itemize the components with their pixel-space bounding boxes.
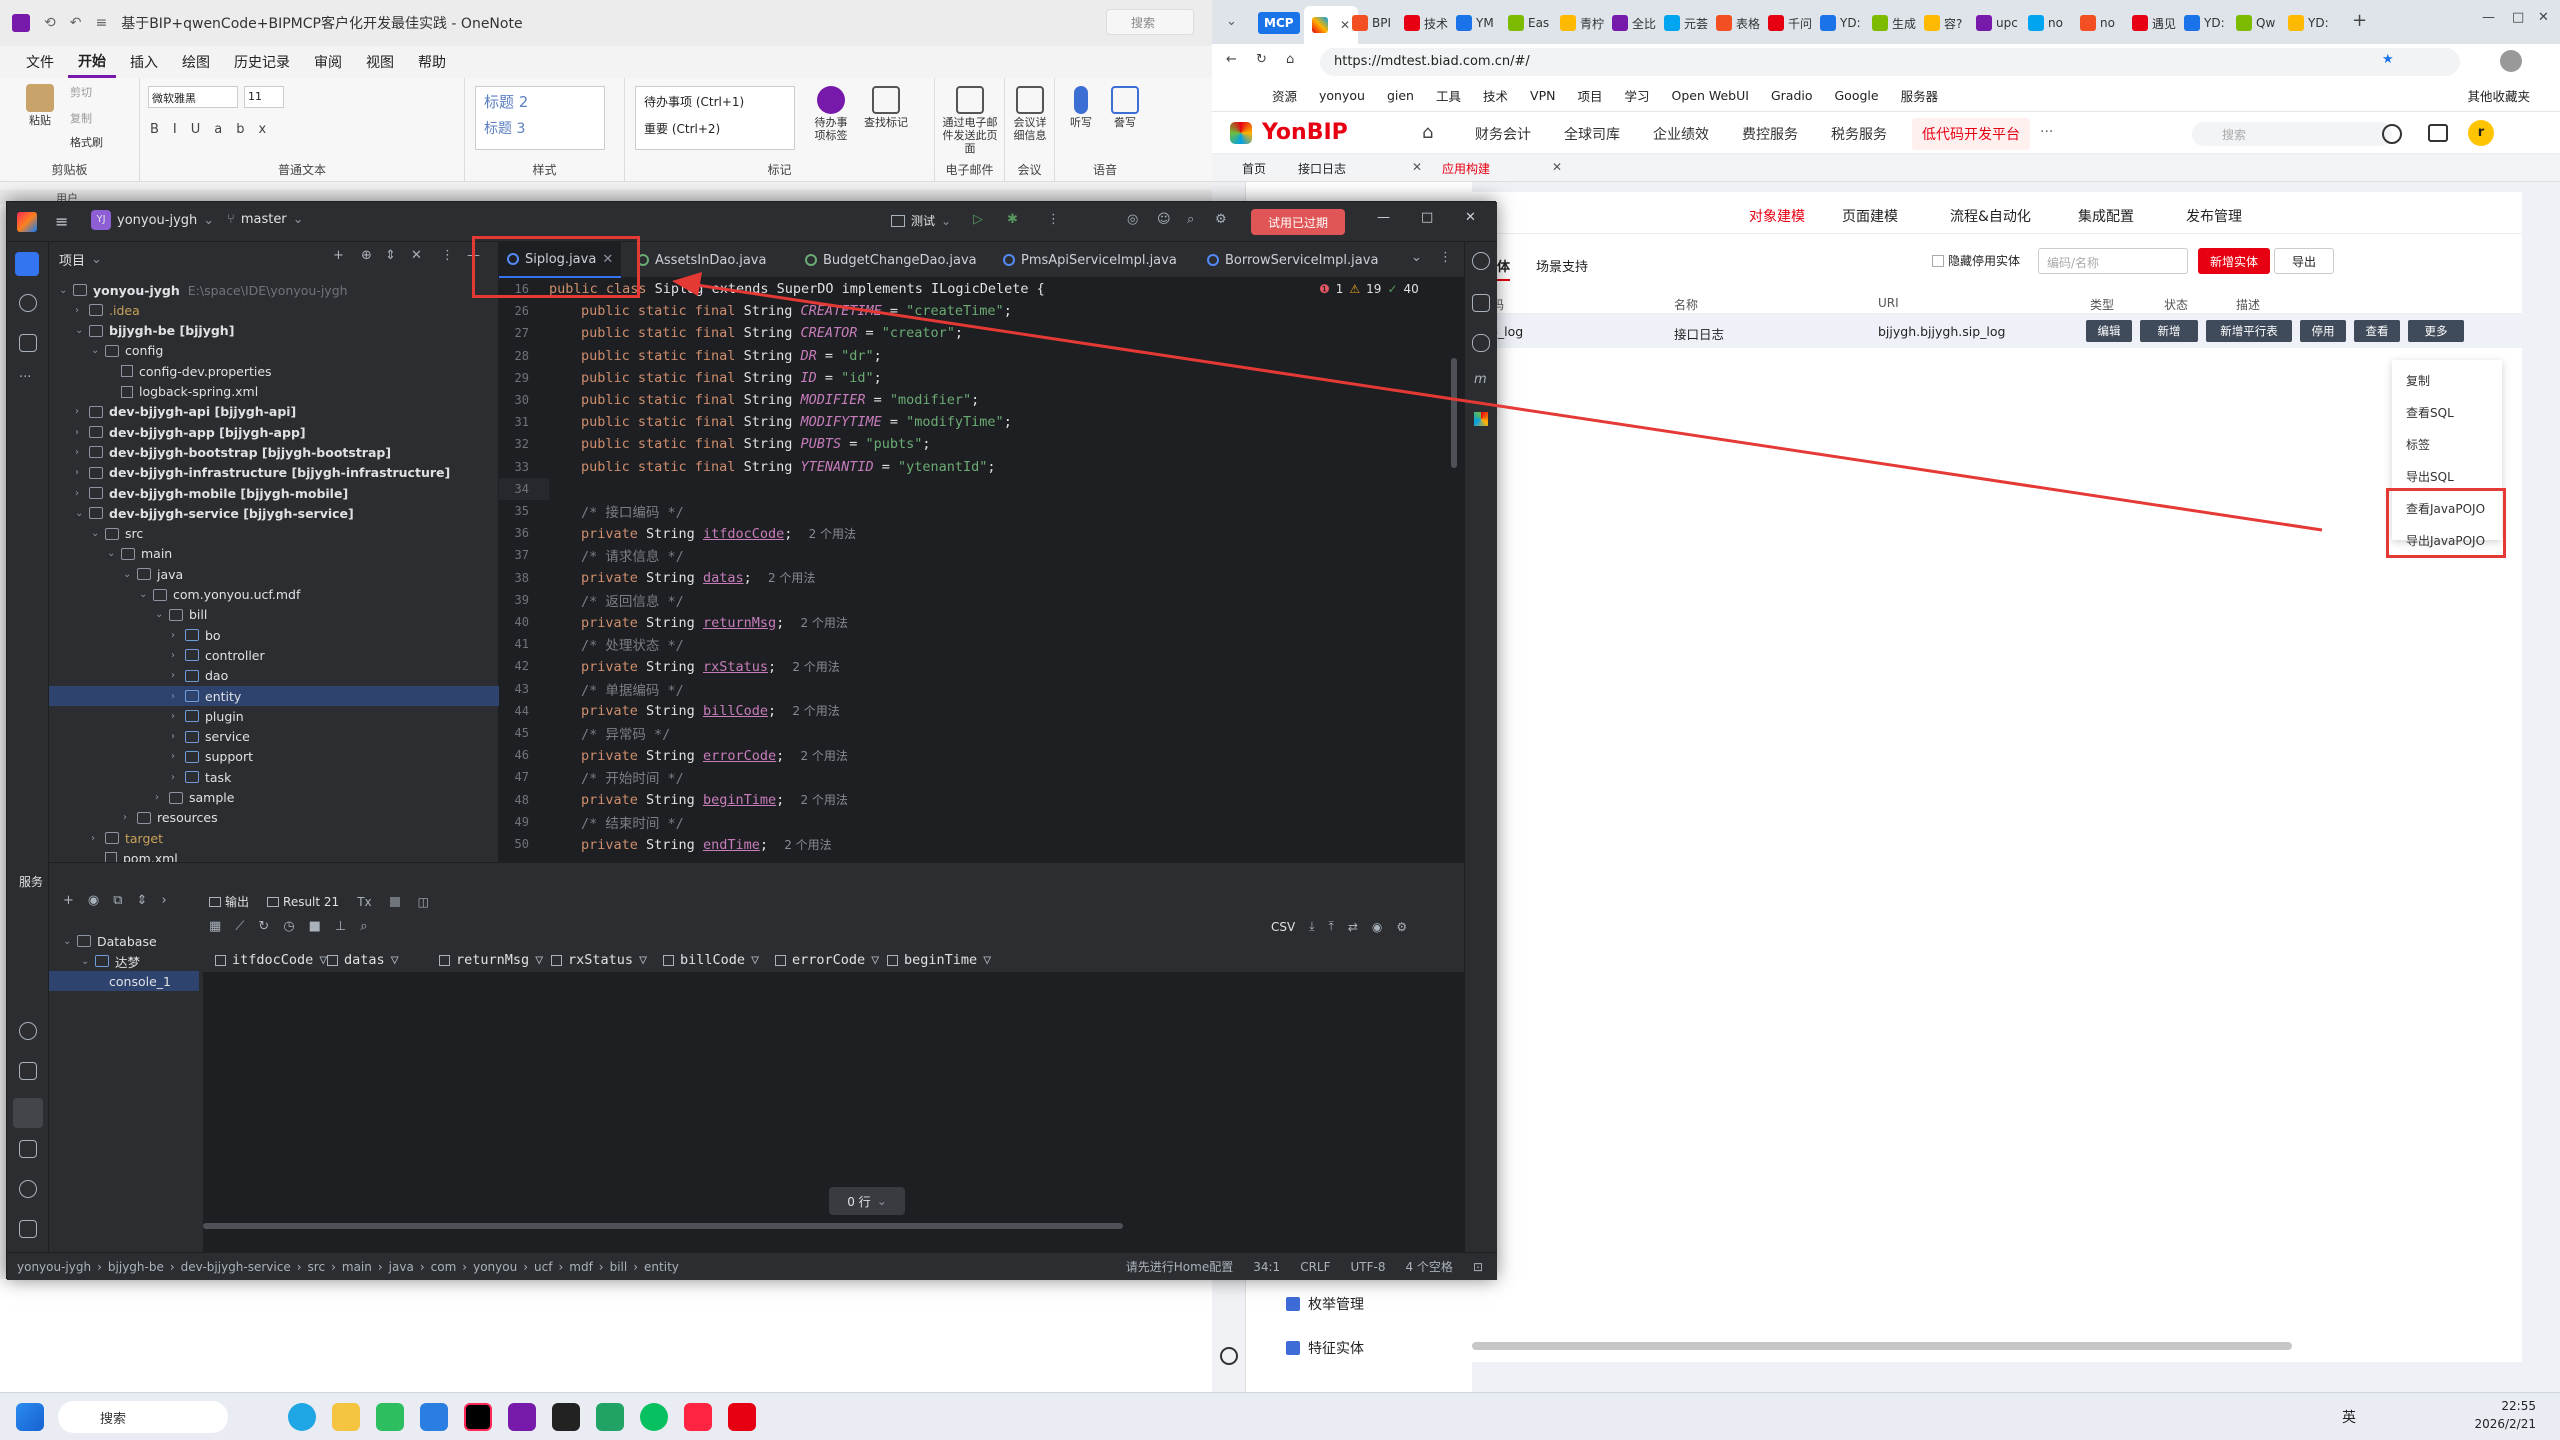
onenote-icon[interactable]: [508, 1403, 536, 1431]
taskbar-search[interactable]: 搜索: [58, 1401, 228, 1433]
wechat-icon[interactable]: [640, 1403, 668, 1431]
intellij-icon[interactable]: [464, 1403, 492, 1431]
vscode-icon[interactable]: [420, 1403, 448, 1431]
wechat-work-icon[interactable]: [376, 1403, 404, 1431]
notepad-icon[interactable]: [596, 1403, 624, 1431]
terminal-icon[interactable]: [552, 1403, 580, 1431]
file-explorer-icon[interactable]: [332, 1403, 360, 1431]
taskbar: 搜索 英 22:55 2026/2/21: [0, 1392, 2560, 1440]
start-icon[interactable]: [16, 1403, 44, 1431]
annotation-arrow: [672, 272, 2323, 532]
app-icon[interactable]: [684, 1403, 712, 1431]
ime-indicator[interactable]: 英: [2342, 1407, 2356, 1427]
arrow-line: [689, 282, 2323, 532]
arrow-head-icon: [672, 272, 702, 296]
youdao-icon[interactable]: [728, 1403, 756, 1431]
clock-time[interactable]: 22:55: [2480, 1399, 2536, 1413]
edge-icon[interactable]: [288, 1403, 316, 1431]
clock-date[interactable]: 2026/2/21: [2470, 1417, 2536, 1431]
